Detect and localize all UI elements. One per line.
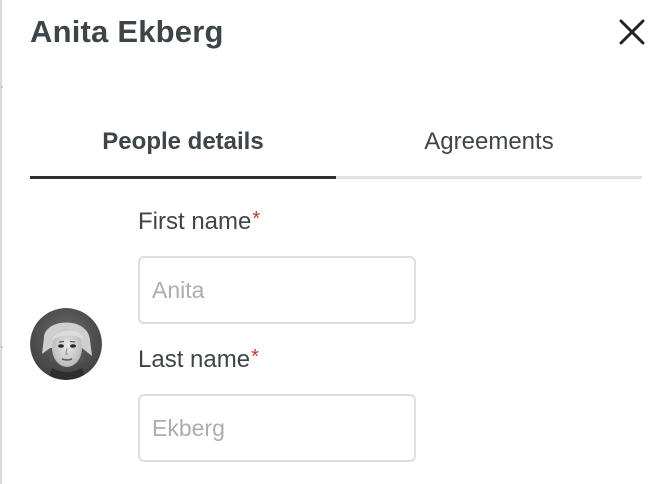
- tab-bar: People details Agreements: [30, 106, 642, 180]
- person-photo-avatar-icon: [30, 308, 102, 380]
- close-icon: [619, 19, 645, 45]
- tab-agreements[interactable]: Agreements: [336, 106, 642, 178]
- first-name-field[interactable]: [138, 256, 416, 324]
- required-marker: *: [252, 208, 261, 230]
- person-details-panel: Anita Ekberg People details Agreements F…: [0, 0, 662, 484]
- active-tab-indicator: [30, 176, 336, 179]
- panel-divider-tick: [0, 346, 3, 348]
- panel-divider-tick: [0, 86, 3, 88]
- required-marker: *: [251, 346, 259, 368]
- last-name-label: Last name*: [138, 346, 259, 374]
- first-name-label-text: First name: [138, 208, 252, 235]
- last-name-field[interactable]: [138, 394, 416, 462]
- last-name-label-text: Last name: [138, 346, 251, 373]
- panel-title: Anita Ekberg: [30, 14, 224, 49]
- avatar: [30, 308, 102, 380]
- first-name-label: First name*: [138, 208, 260, 236]
- close-button[interactable]: [612, 12, 652, 52]
- tab-people-details[interactable]: People details: [30, 106, 336, 178]
- panel-left-border: [0, 0, 2, 484]
